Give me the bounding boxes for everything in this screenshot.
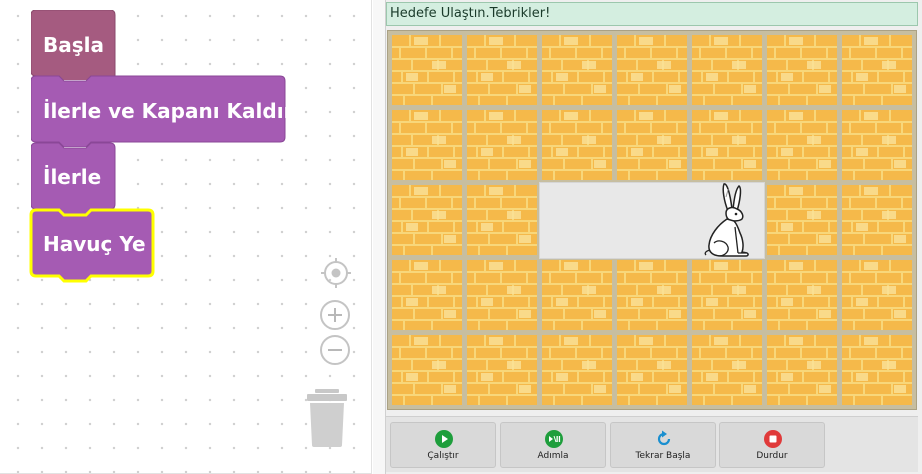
wall-tile (392, 260, 462, 330)
move-forward-block-label: İlerle (43, 165, 102, 189)
wall-tile (692, 335, 762, 405)
wall-tile (617, 260, 687, 330)
wall-tile (467, 185, 537, 255)
wall-tile (542, 260, 612, 330)
wall-tile (692, 35, 762, 105)
wall-tile (767, 35, 837, 105)
wall-tile (842, 110, 912, 180)
wall-tile (767, 335, 837, 405)
trash-icon[interactable] (305, 388, 349, 448)
step-button-label: Adımla (537, 451, 569, 461)
restart-button-label: Tekrar Başla (635, 451, 691, 461)
wall-tile (692, 110, 762, 180)
start-block-label: Başla (43, 33, 104, 57)
wall-tile (767, 110, 837, 180)
wall-tile (467, 110, 537, 180)
stop-icon (764, 430, 782, 448)
status-message: Hedefe Ulaştın.Tebrikler! (386, 2, 918, 26)
minus-icon[interactable] (319, 334, 351, 366)
wall-tile (617, 110, 687, 180)
wall-tile (617, 35, 687, 105)
play-icon (435, 430, 453, 448)
plus-icon[interactable] (319, 299, 351, 331)
panel-divider[interactable] (373, 0, 385, 474)
wall-tile (617, 335, 687, 405)
wall-tile (692, 260, 762, 330)
wall-tile (467, 35, 537, 105)
wall-tile (392, 35, 462, 105)
step-button[interactable]: Adımla (500, 422, 606, 468)
wall-tile (542, 110, 612, 180)
stop-button[interactable]: Durdur (719, 422, 825, 468)
step-icon (545, 430, 563, 448)
run-button[interactable]: Çalıştır (390, 422, 496, 468)
rabbit-icon (704, 183, 749, 257)
run-button-label: Çalıştır (427, 451, 459, 461)
eat-carrot-block-label: Havuç Ye (43, 232, 146, 256)
wall-tile (542, 335, 612, 405)
wall-tile (392, 110, 462, 180)
wall-tile (842, 185, 912, 255)
wall-tile (392, 335, 462, 405)
wall-tile (842, 260, 912, 330)
restart-button[interactable]: Tekrar Başla (610, 422, 716, 468)
move-and-remove-trap-block-label: İlerle ve Kapanı Kaldır (43, 99, 294, 123)
wall-tile (842, 35, 912, 105)
wall-tile (392, 185, 462, 255)
wall-tile (467, 260, 537, 330)
restart-icon (657, 430, 671, 446)
wall-tile (542, 35, 612, 105)
wall-tile (767, 185, 837, 255)
wall-tile (767, 260, 837, 330)
code-workspace[interactable]: Başla İlerle ve Kapanı Kaldır İlerle Hav… (0, 0, 372, 474)
wall-tile (467, 335, 537, 405)
wall-tile (842, 335, 912, 405)
stop-button-label: Durdur (756, 451, 788, 461)
crosshair-icon[interactable] (320, 257, 352, 289)
